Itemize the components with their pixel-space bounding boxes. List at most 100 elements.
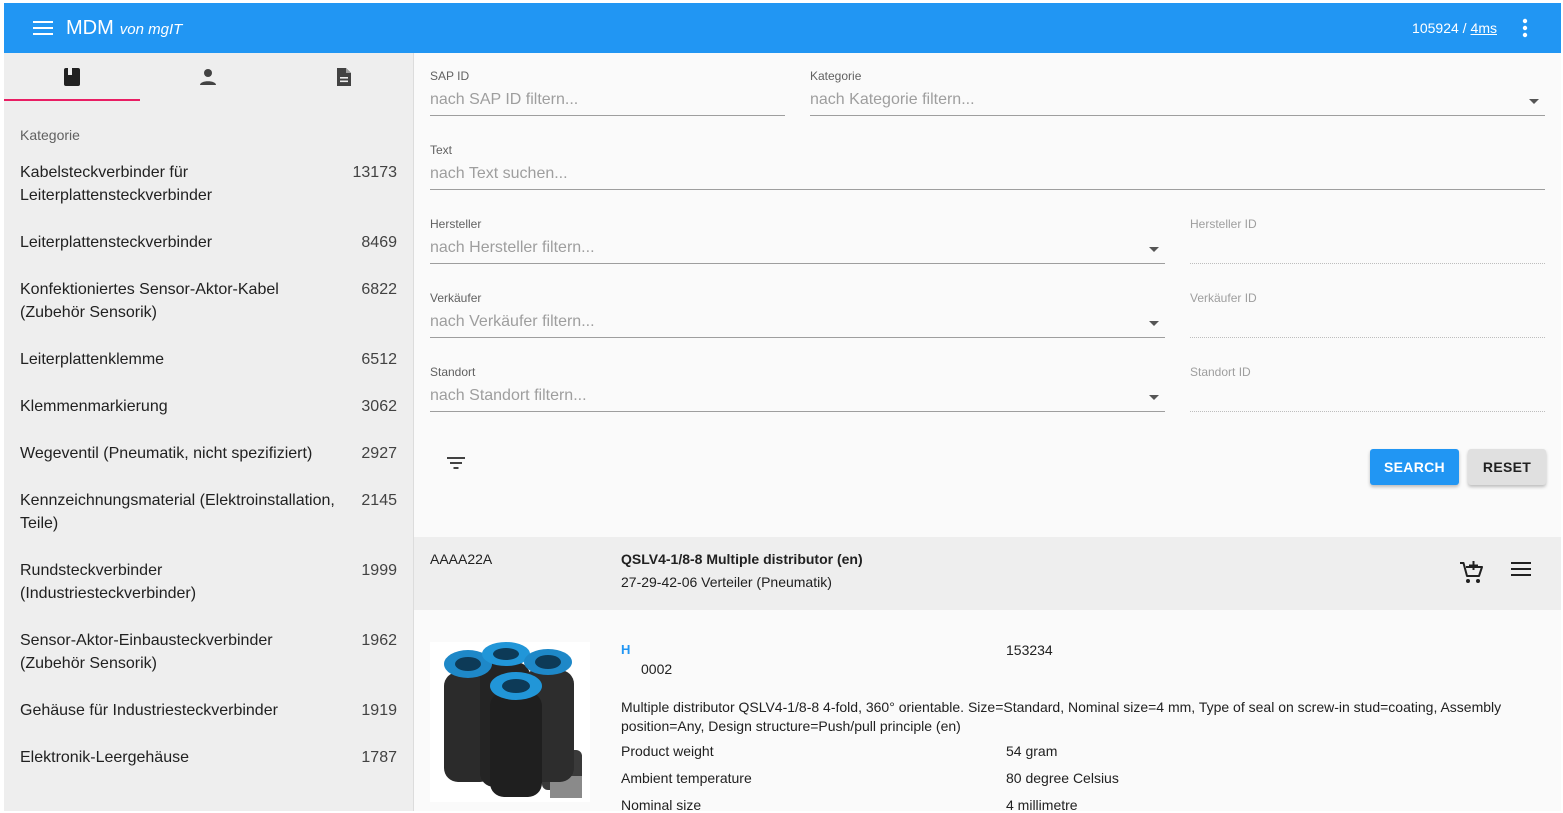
result-category: 27-29-42-06 Verteiler (Pneumatik) xyxy=(621,574,832,590)
category-count: 13173 xyxy=(352,164,398,181)
category-item[interactable]: Kennzeichnungsmaterial (Elektroinstallat… xyxy=(4,489,413,535)
category-item[interactable]: Elektronik-Leergehäuse 1787 xyxy=(4,746,413,769)
result-count: 105924 / xyxy=(1412,20,1467,36)
tab-persons[interactable] xyxy=(140,53,276,101)
standort-id-label: Standort ID xyxy=(1190,365,1251,379)
result-stats: 105924 / 4ms xyxy=(1412,20,1497,36)
category-list: Kabelsteckverbinder für Leiterplattenste… xyxy=(4,161,413,769)
category-name: Leiterplattensteckverbinder xyxy=(20,234,213,251)
more-vert-icon[interactable] xyxy=(1515,13,1535,43)
main-content: SAP ID Kategorie Text Hersteller Herstel… xyxy=(414,53,1561,811)
verkaeufer-id-input[interactable] xyxy=(1190,305,1545,338)
search-button[interactable]: SEARCH xyxy=(1370,449,1459,485)
result-header[interactable]: AAAA22A QSLV4-1/8-8 Multiple distributor… xyxy=(414,537,1561,610)
tab-documents[interactable] xyxy=(276,53,412,101)
category-count: 3062 xyxy=(361,398,397,415)
sap-id-input[interactable] xyxy=(430,83,785,116)
kategorie-label: Kategorie xyxy=(810,69,862,83)
category-count: 6822 xyxy=(361,281,397,298)
category-count: 8469 xyxy=(361,234,397,251)
category-count: 1787 xyxy=(361,749,397,766)
book-icon xyxy=(64,68,80,86)
hamburger-menu-icon[interactable] xyxy=(28,13,58,43)
hersteller-field: Hersteller xyxy=(430,217,1165,264)
standort-dropdown-arrow-icon[interactable] xyxy=(1149,395,1159,400)
standort-id-input[interactable] xyxy=(1190,379,1545,412)
hersteller-id-field: Hersteller ID xyxy=(1190,217,1545,264)
verkaeufer-id-label: Verkäufer ID xyxy=(1190,291,1257,305)
result-description: Multiple distributor QSLV4-1/8-8 4-fold,… xyxy=(621,699,1502,734)
attr-name: Product weight xyxy=(621,743,714,759)
app-frame: MDM von mgIT 105924 / 4ms Kategorie Kabe… xyxy=(4,3,1561,811)
category-item[interactable]: Gehäuse für Industriesteckverbinder 1919 xyxy=(4,699,413,722)
category-item[interactable]: Leiterplattenklemme 6512 xyxy=(4,348,413,371)
menu-lines-icon[interactable] xyxy=(1510,561,1534,585)
timing-link[interactable]: 4ms xyxy=(1471,20,1497,36)
verkaeufer-label: Verkäufer xyxy=(430,291,482,305)
category-count: 1919 xyxy=(361,702,397,719)
category-name: Gehäuse für Industriesteckverbinder xyxy=(20,702,278,719)
app-bar: MDM von mgIT 105924 / 4ms xyxy=(4,3,1561,53)
verkaeufer-id-field: Verkäufer ID xyxy=(1190,291,1545,338)
result-sap-id: AAAA22A xyxy=(430,551,493,567)
standort-field: Standort xyxy=(430,365,1165,412)
category-heading: Kategorie xyxy=(20,127,80,143)
appbar-right: 105924 / 4ms xyxy=(1412,3,1535,53)
category-item[interactable]: Klemmenmarkierung 3062 xyxy=(4,395,413,418)
category-item[interactable]: Leiterplattensteckverbinder 8469 xyxy=(4,231,413,254)
category-item[interactable]: Wegeventil (Pneumatik, nicht spezifizier… xyxy=(4,442,413,465)
add-to-cart-icon[interactable] xyxy=(1458,559,1484,585)
verkaeufer-field: Verkäufer xyxy=(430,291,1165,338)
hersteller-dropdown-arrow-icon[interactable] xyxy=(1149,247,1159,252)
app-title-main: MDM xyxy=(66,16,114,39)
category-name: Wegeventil (Pneumatik, nicht spezifizier… xyxy=(20,445,313,462)
text-search-input[interactable] xyxy=(430,157,1545,190)
attr-value: 4 millimetre xyxy=(1006,797,1078,811)
attr-name: Ambient temperature xyxy=(621,770,752,786)
app-title-subtitle: von mgIT xyxy=(119,20,183,38)
category-item[interactable]: Sensor-Aktor-Einbausteckverbinder (Zubeh… xyxy=(4,629,413,675)
category-item[interactable]: Rundsteckverbinder (Industriesteckverbin… xyxy=(4,559,413,605)
attr-value: 80 degree Celsius xyxy=(1006,770,1119,786)
app-title: MDM von mgIT xyxy=(66,17,182,40)
sidebar: Kategorie Kabelsteckverbinder für Leiter… xyxy=(4,53,414,811)
document-icon xyxy=(337,68,351,86)
result-code: 0002 xyxy=(641,661,673,677)
sidebar-tabs xyxy=(4,53,413,101)
verkaeufer-dropdown-arrow-icon[interactable] xyxy=(1149,321,1159,326)
sap-id-label: SAP ID xyxy=(430,69,470,83)
result-h-link[interactable]: H xyxy=(621,642,630,657)
hersteller-select[interactable] xyxy=(430,231,1165,264)
kategorie-field: Kategorie xyxy=(810,69,1545,116)
category-name: Elektronik-Leergehäuse xyxy=(20,749,189,766)
verkaeufer-select[interactable] xyxy=(430,305,1165,338)
hersteller-label: Hersteller xyxy=(430,217,482,231)
hersteller-id-input[interactable] xyxy=(1190,231,1545,264)
text-label: Text xyxy=(430,143,453,157)
attr-name: Nominal size xyxy=(621,797,702,811)
hersteller-id-label: Hersteller ID xyxy=(1190,217,1257,231)
category-item[interactable]: Kabelsteckverbinder für Leiterplattenste… xyxy=(4,161,413,207)
result-title: QSLV4-1/8-8 Multiple distributor (en) xyxy=(621,551,863,567)
category-item[interactable]: Konfektioniertes Sensor-Aktor-Kabel (Zub… xyxy=(4,278,413,324)
result-number: 153234 xyxy=(1006,642,1053,658)
tab-categories[interactable] xyxy=(4,53,140,101)
text-field: Text xyxy=(430,143,1545,190)
category-name: Kennzeichnungsmaterial (Elektroinstallat… xyxy=(20,492,335,532)
category-name: Leiterplattenklemme xyxy=(20,351,165,368)
standort-label: Standort xyxy=(430,365,476,379)
category-count: 1999 xyxy=(361,562,397,579)
kategorie-dropdown-arrow-icon[interactable] xyxy=(1529,99,1539,104)
reset-button[interactable]: RESET xyxy=(1468,449,1546,485)
standort-select[interactable] xyxy=(430,379,1165,412)
category-name: Kabelsteckverbinder für Leiterplattenste… xyxy=(20,164,213,204)
result-body: H 0002 153234 Multiple distributor QSLV4… xyxy=(414,610,1561,811)
person-icon xyxy=(200,69,216,85)
filter-list-icon[interactable] xyxy=(444,451,468,475)
product-image xyxy=(430,642,590,802)
kategorie-select[interactable] xyxy=(810,83,1545,116)
attr-value: 54 gram xyxy=(1006,743,1058,759)
category-count: 6512 xyxy=(361,351,397,368)
sap-id-field: SAP ID xyxy=(430,69,785,116)
category-name: Konfektioniertes Sensor-Aktor-Kabel (Zub… xyxy=(20,281,279,321)
